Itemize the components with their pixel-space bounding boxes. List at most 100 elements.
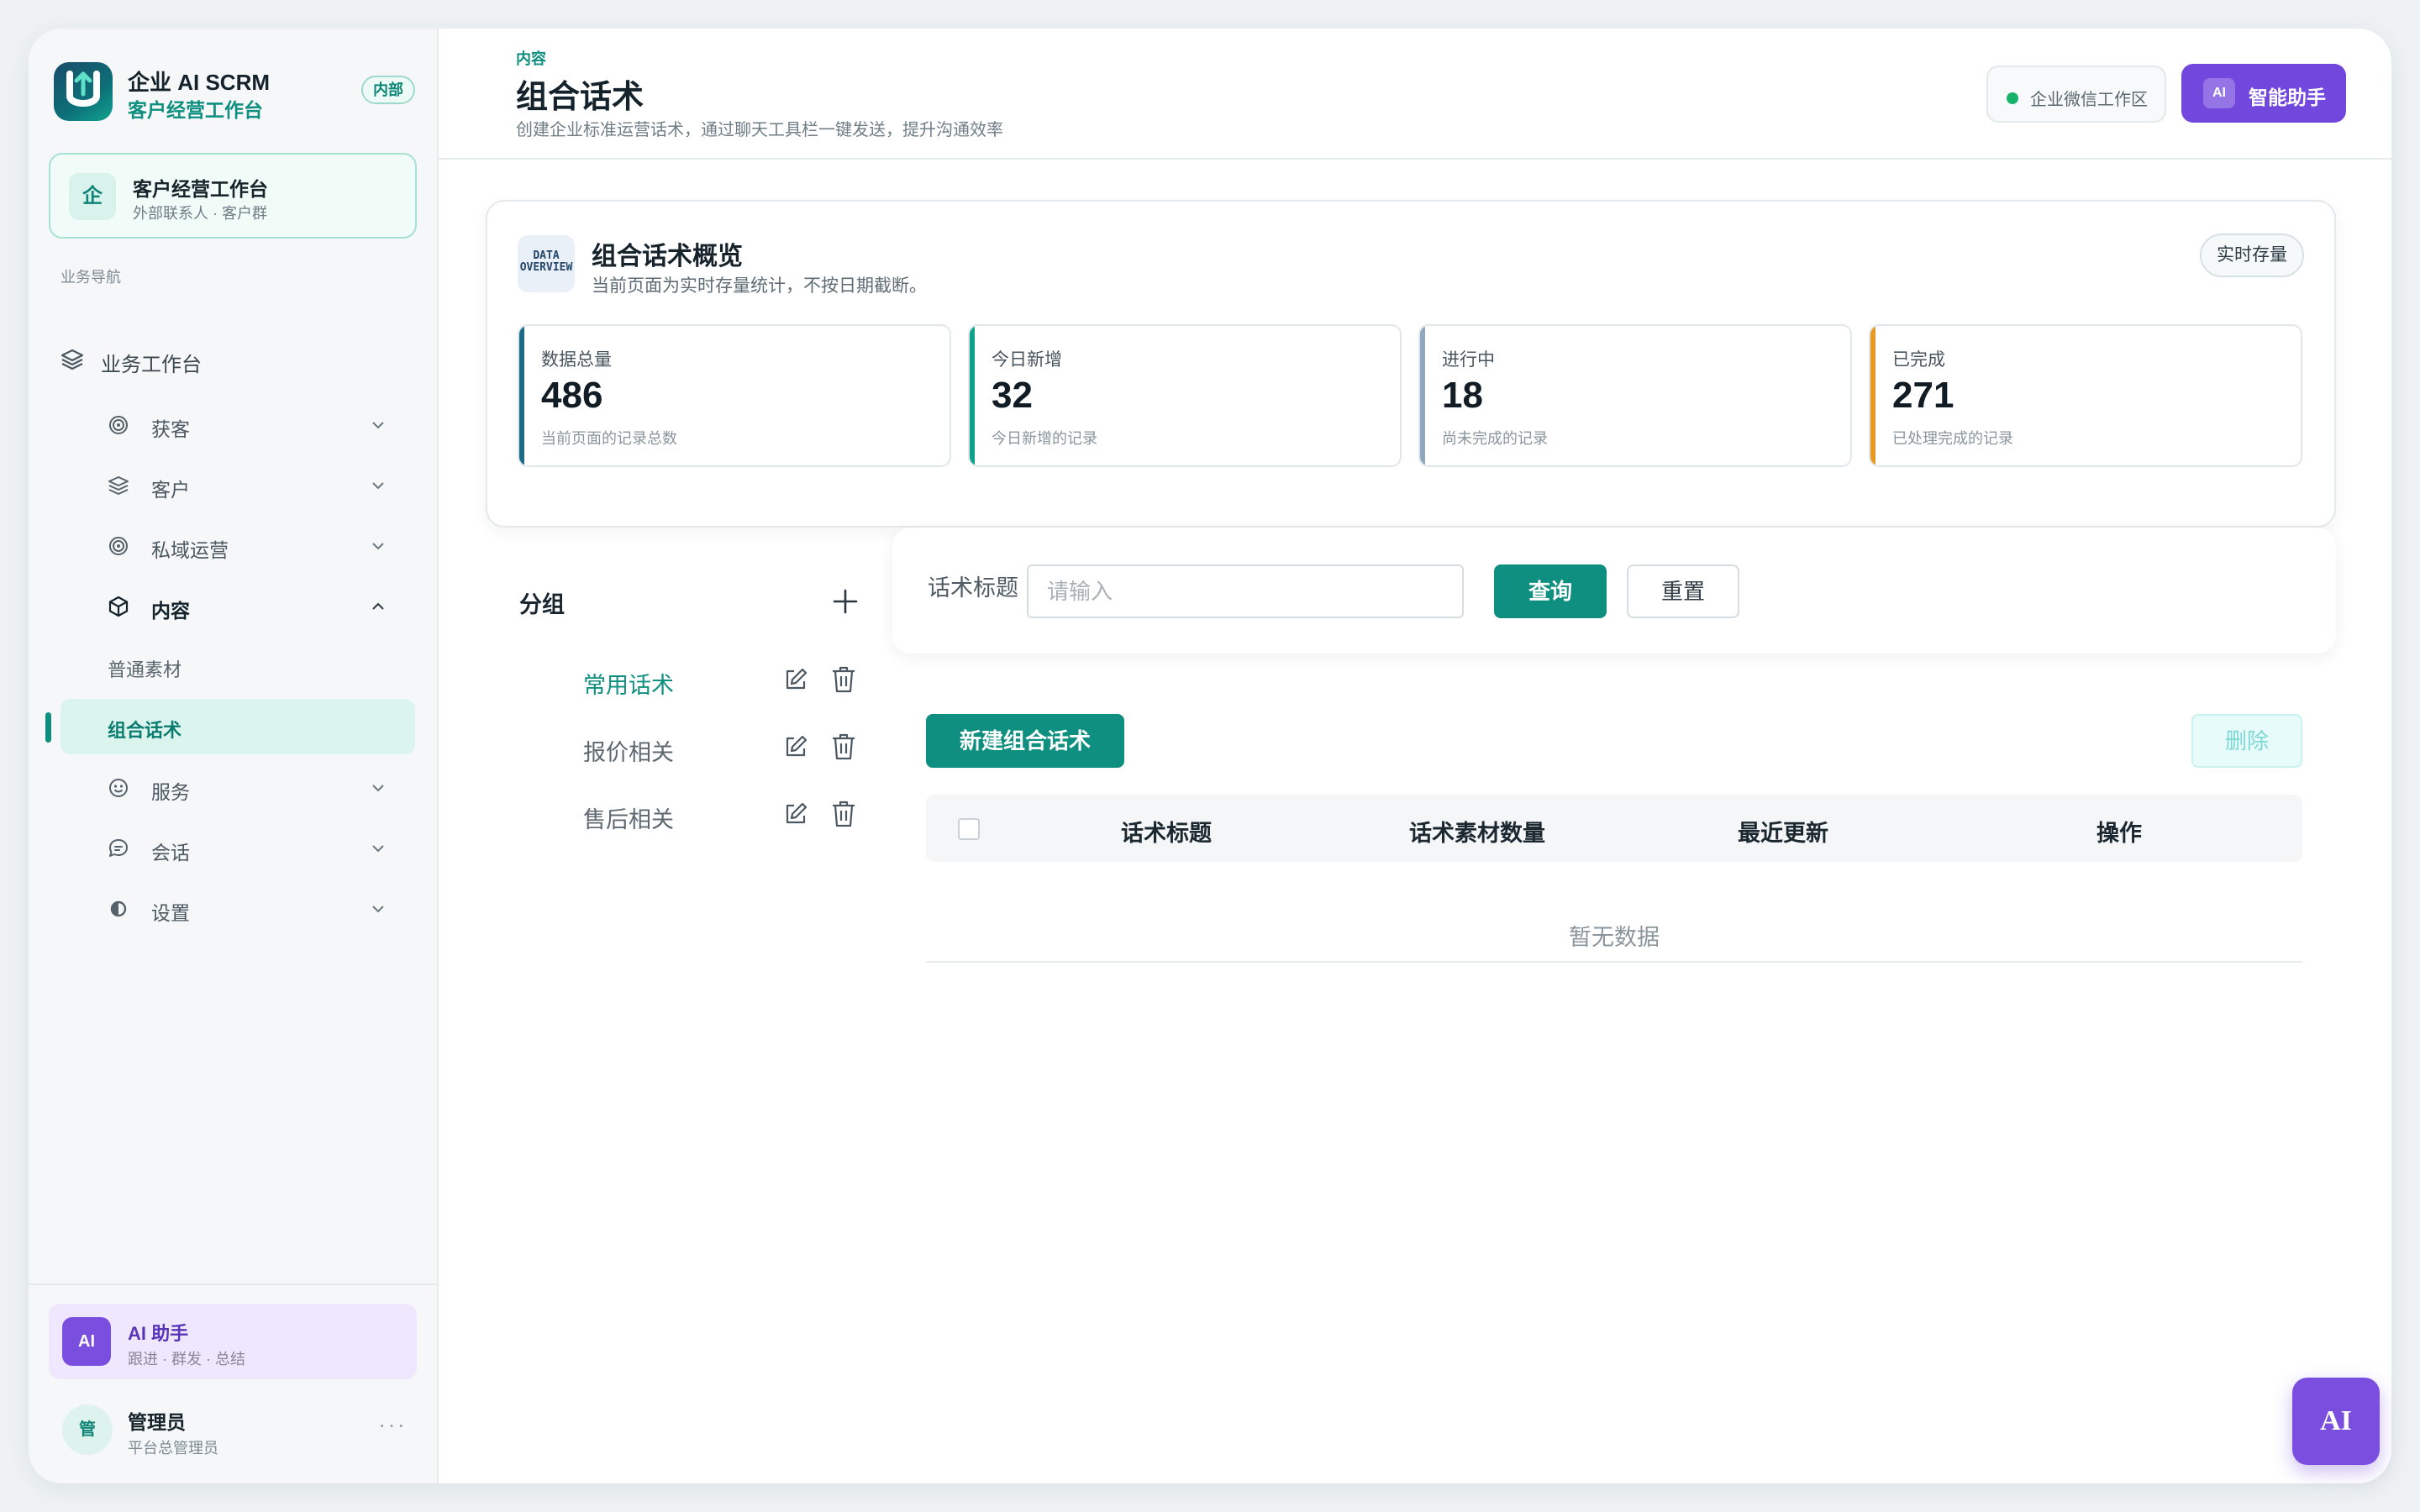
more-icon[interactable]: ··· <box>378 1411 407 1438</box>
target-icon <box>109 416 128 434</box>
stat-card-today: 今日新增 32 今日新增的记录 <box>968 324 1402 467</box>
target-icon <box>109 537 128 555</box>
add-group-icon[interactable] <box>832 588 859 615</box>
workspace-env-pill[interactable]: 企业微信工作区 <box>1986 66 2166 123</box>
edit-icon[interactable] <box>783 667 808 692</box>
group-item[interactable]: 常用话术 <box>519 655 872 706</box>
overview-icon-text: DATA <box>533 249 560 262</box>
group-item-label: 常用话术 <box>583 673 674 698</box>
group-item[interactable]: 售后相关 <box>519 790 872 840</box>
sidebar-item-label: 普通素材 <box>108 659 182 680</box>
stat-card-total: 数据总量 486 当前页面的记录总数 <box>518 324 951 467</box>
sidebar-item-label: 获客 <box>151 418 190 440</box>
chevron-down-icon <box>372 906 384 913</box>
user-role: 平台总管理员 <box>128 1440 218 1457</box>
sidebar-item-acquisition[interactable]: 获客 <box>60 398 417 452</box>
chevron-down-icon <box>372 785 384 792</box>
stat-value: 486 <box>541 375 603 416</box>
chat-icon <box>109 839 128 857</box>
chevron-up-icon <box>372 602 384 610</box>
workspace-title: 客户经营工作台 <box>133 178 268 200</box>
stat-card-in-progress: 进行中 18 尚未完成的记录 <box>1418 324 1852 467</box>
stat-note: 尚未完成的记录 <box>1442 430 1548 447</box>
user-profile[interactable]: 管 管理员 平台总管理员 ··· <box>49 1393 417 1468</box>
smart-assistant-button[interactable]: AI 智能助手 <box>2181 64 2346 123</box>
group-item-label: 报价相关 <box>583 740 674 765</box>
table-header: 话术标题 话术素材数量 最近更新 操作 <box>926 795 2302 862</box>
column-header-updated[interactable]: 最近更新 <box>1738 815 1828 848</box>
empty-state: 暂无数据 <box>1569 925 1660 950</box>
sidebar-item-customers[interactable]: 客户 <box>60 459 417 512</box>
sidebar-item-content[interactable]: 内容 <box>60 580 417 633</box>
brand-title: 企业 AI SCRM <box>128 70 271 95</box>
ai-badge-icon: AI <box>2203 78 2235 108</box>
breadcrumb[interactable]: 内容 <box>516 47 546 69</box>
cube-icon <box>108 596 129 617</box>
page-description: 创建企业标准运营话术，通过聊天工具栏一键发送，提升沟通效率 <box>516 121 1003 139</box>
edit-icon[interactable] <box>783 801 808 827</box>
overview-title: 组合话术概览 <box>592 243 743 270</box>
delete-button[interactable]: 删除 <box>2191 714 2302 768</box>
stat-accent-bar <box>1870 326 1876 465</box>
trash-icon[interactable] <box>830 665 857 694</box>
column-header-actions: 操作 <box>2096 821 2142 846</box>
sidebar-item-private-ops[interactable]: 私域运营 <box>60 519 417 573</box>
stat-accent-bar <box>519 326 524 465</box>
script-title-input[interactable] <box>1027 564 1464 618</box>
edit-icon[interactable] <box>783 734 808 759</box>
ai-assistant-subtitle: 跟进 · 群发 · 总结 <box>128 1351 245 1368</box>
sidebar-item-workbench[interactable]: 业务工作台 <box>60 333 417 386</box>
column-header-count[interactable]: 话术素材数量 <box>1409 815 1545 848</box>
stat-value: 32 <box>992 375 1033 416</box>
chevron-down-icon <box>372 482 384 490</box>
smile-icon <box>109 779 128 797</box>
overview-card: DATA OVERVIEW 组合话术概览 当前页面为实时存量统计，不按日期截断。… <box>486 200 2336 528</box>
ai-floating-button[interactable]: AI <box>2292 1378 2380 1465</box>
ai-assistant-title: AI 助手 <box>128 1323 189 1344</box>
reset-button[interactable]: 重置 <box>1627 564 1739 618</box>
sidebar: 企业 AI SCRM 客户经营工作台 内部 企 客户经营工作台 外部联系人 · … <box>29 29 439 1483</box>
stat-label: 已完成 <box>1892 350 1945 370</box>
sidebar-item-materials[interactable]: 普通素材 <box>62 638 417 694</box>
status-dot-icon <box>2007 92 2018 104</box>
column-header-title[interactable]: 话术标题 <box>1121 815 1212 848</box>
sidebar-item-service[interactable]: 服务 <box>60 761 417 815</box>
query-button[interactable]: 查询 <box>1494 564 1607 618</box>
settings-icon <box>110 900 127 917</box>
stat-value: 271 <box>1892 375 1954 416</box>
stat-label: 进行中 <box>1442 350 1495 370</box>
search-label: 话术标题 <box>928 575 1018 601</box>
sidebar-item-settings[interactable]: 设置 <box>60 882 417 936</box>
layers-icon <box>108 476 129 495</box>
new-combo-script-button[interactable]: 新建组合话术 <box>926 714 1124 768</box>
avatar: 管 <box>62 1404 113 1455</box>
table-divider <box>926 961 2302 963</box>
workspace-switcher[interactable]: 企 客户经营工作台 外部联系人 · 客户群 <box>49 153 417 239</box>
sidebar-item-combo-scripts[interactable]: 组合话术 <box>60 699 415 754</box>
sidebar-item-label: 组合话术 <box>108 720 182 741</box>
sidebar-item-label: 服务 <box>151 781 190 803</box>
sidebar-item-chat[interactable]: 会话 <box>60 822 417 875</box>
workspace-icon: 企 <box>69 173 116 220</box>
stat-label: 今日新增 <box>992 350 1062 370</box>
group-item[interactable]: 报价相关 <box>519 722 872 773</box>
internal-badge: 内部 <box>361 76 415 104</box>
select-all-checkbox[interactable] <box>958 818 980 840</box>
smart-assistant-label: 智能助手 <box>2249 87 2326 108</box>
stat-card-completed: 已完成 271 已处理完成的记录 <box>1869 324 2302 467</box>
stat-note: 当前页面的记录总数 <box>541 430 677 447</box>
page-header: 内容 组合话术 创建企业标准运营话术，通过聊天工具栏一键发送，提升沟通效率 企业… <box>439 29 2391 160</box>
ai-assistant-card[interactable]: AI AI 助手 跟进 · 群发 · 总结 <box>49 1304 417 1379</box>
overview-icon-text: OVERVIEW <box>519 261 573 274</box>
page-title: 组合话术 <box>516 80 644 115</box>
trash-icon[interactable] <box>830 732 857 761</box>
trash-icon[interactable] <box>830 800 857 828</box>
brand[interactable]: 企业 AI SCRM 客户经营工作台 内部 <box>54 62 415 123</box>
app-window: 企业 AI SCRM 客户经营工作台 内部 企 客户经营工作台 外部联系人 · … <box>29 29 2391 1483</box>
chevron-down-icon <box>372 845 384 853</box>
sidebar-item-label: 会话 <box>151 842 190 864</box>
user-name: 管理员 <box>128 1411 186 1433</box>
chevron-down-icon <box>372 422 384 429</box>
stat-accent-bar <box>1420 326 1425 465</box>
sidebar-footer: AI AI 助手 跟进 · 群发 · 总结 管 管理员 平台总管理员 ··· <box>29 1284 437 1483</box>
